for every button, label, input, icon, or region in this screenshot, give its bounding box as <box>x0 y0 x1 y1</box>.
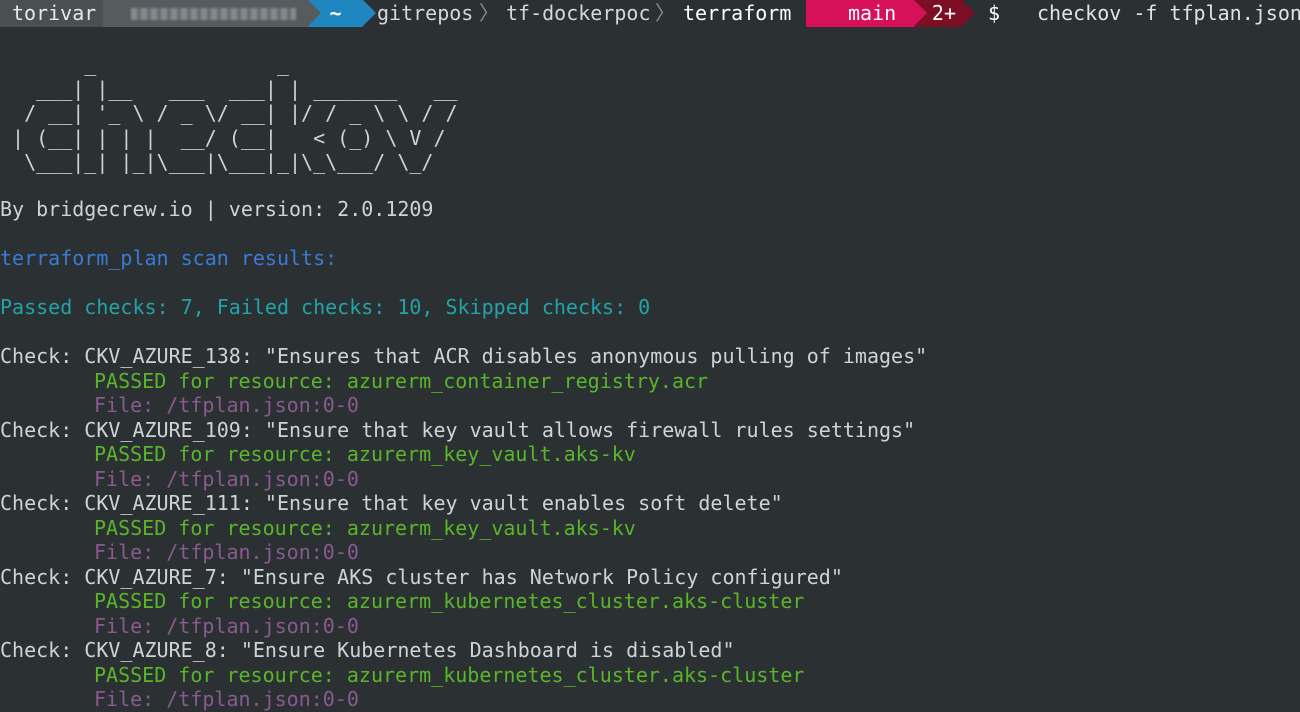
path-segment-current: terraform <box>683 1 792 25</box>
byline: By bridgecrew.io | version: 2.0.1209 <box>0 197 434 221</box>
check-passed: PASSED for resource: azurerm_container_r… <box>94 368 709 393</box>
check-passed: PASSED for resource: azurerm_kubernetes_… <box>94 589 805 613</box>
prompt-dollar: $ <box>988 1 1001 25</box>
check-file: File: /tfplan.json:0-0 <box>94 687 359 711</box>
check-passed: PASSED for resource: azurerm_key_vault.a… <box>94 515 636 540</box>
path-chevron-icon: 〉 <box>479 1 499 25</box>
check-title: Check: CKV_AZURE_111: "Ensure that key v… <box>0 491 783 515</box>
prompt-git-branch: main <box>806 0 914 27</box>
check-passed: PASSED for resource: azurerm_key_vault.a… <box>94 442 636 466</box>
redacted-hostname <box>131 8 296 20</box>
check-file: File: /tfplan.json:0-0 <box>94 540 359 564</box>
scan-summary: Passed checks: 7, Failed checks: 10, Ski… <box>0 295 651 319</box>
check-file: File: /tfplan.json:0-0 <box>94 613 359 638</box>
shell-prompt: torivar ~ gitrepos 〉 tf-dockerpoc 〉 terr… <box>0 0 1300 27</box>
checkov-ascii-banner: _ _ ___| |__ ___ ___| | _______ __ / __|… <box>12 52 458 174</box>
path-segment: tf-dockerpoc <box>506 1 651 25</box>
check-passed: PASSED for resource: azurerm_kubernetes_… <box>94 662 805 687</box>
check-title: Check: CKV_AZURE_138: "Ensures that ACR … <box>0 344 928 368</box>
prompt-separator-arrow <box>363 0 376 26</box>
prompt-command[interactable]: checkov -f tfplan.json <box>1037 0 1300 27</box>
check-file: File: /tfplan.json:0-0 <box>94 393 359 417</box>
prompt-separator-arrow <box>308 0 321 26</box>
path-segment: gitrepos <box>377 1 474 25</box>
check-title: Check: CKV_AZURE_7: "Ensure AKS cluster … <box>0 564 843 589</box>
prompt-host-redacted <box>103 0 308 27</box>
prompt-separator-arrow <box>914 0 927 26</box>
prompt-user: torivar <box>0 0 103 27</box>
check-title: Check: CKV_AZURE_8: "Ensure Kubernetes D… <box>0 638 735 662</box>
prompt-separator-arrow <box>962 0 975 26</box>
scan-header: terraform_plan scan results: <box>0 246 338 270</box>
branch-name: main <box>848 1 897 25</box>
check-file: File: /tfplan.json:0-0 <box>94 466 359 491</box>
path-chevron-icon: 〉 <box>655 1 675 25</box>
check-title: Check: CKV_AZURE_109: "Ensure that key v… <box>0 417 916 442</box>
prompt-path: gitrepos 〉 tf-dockerpoc 〉 terraform <box>376 0 806 27</box>
